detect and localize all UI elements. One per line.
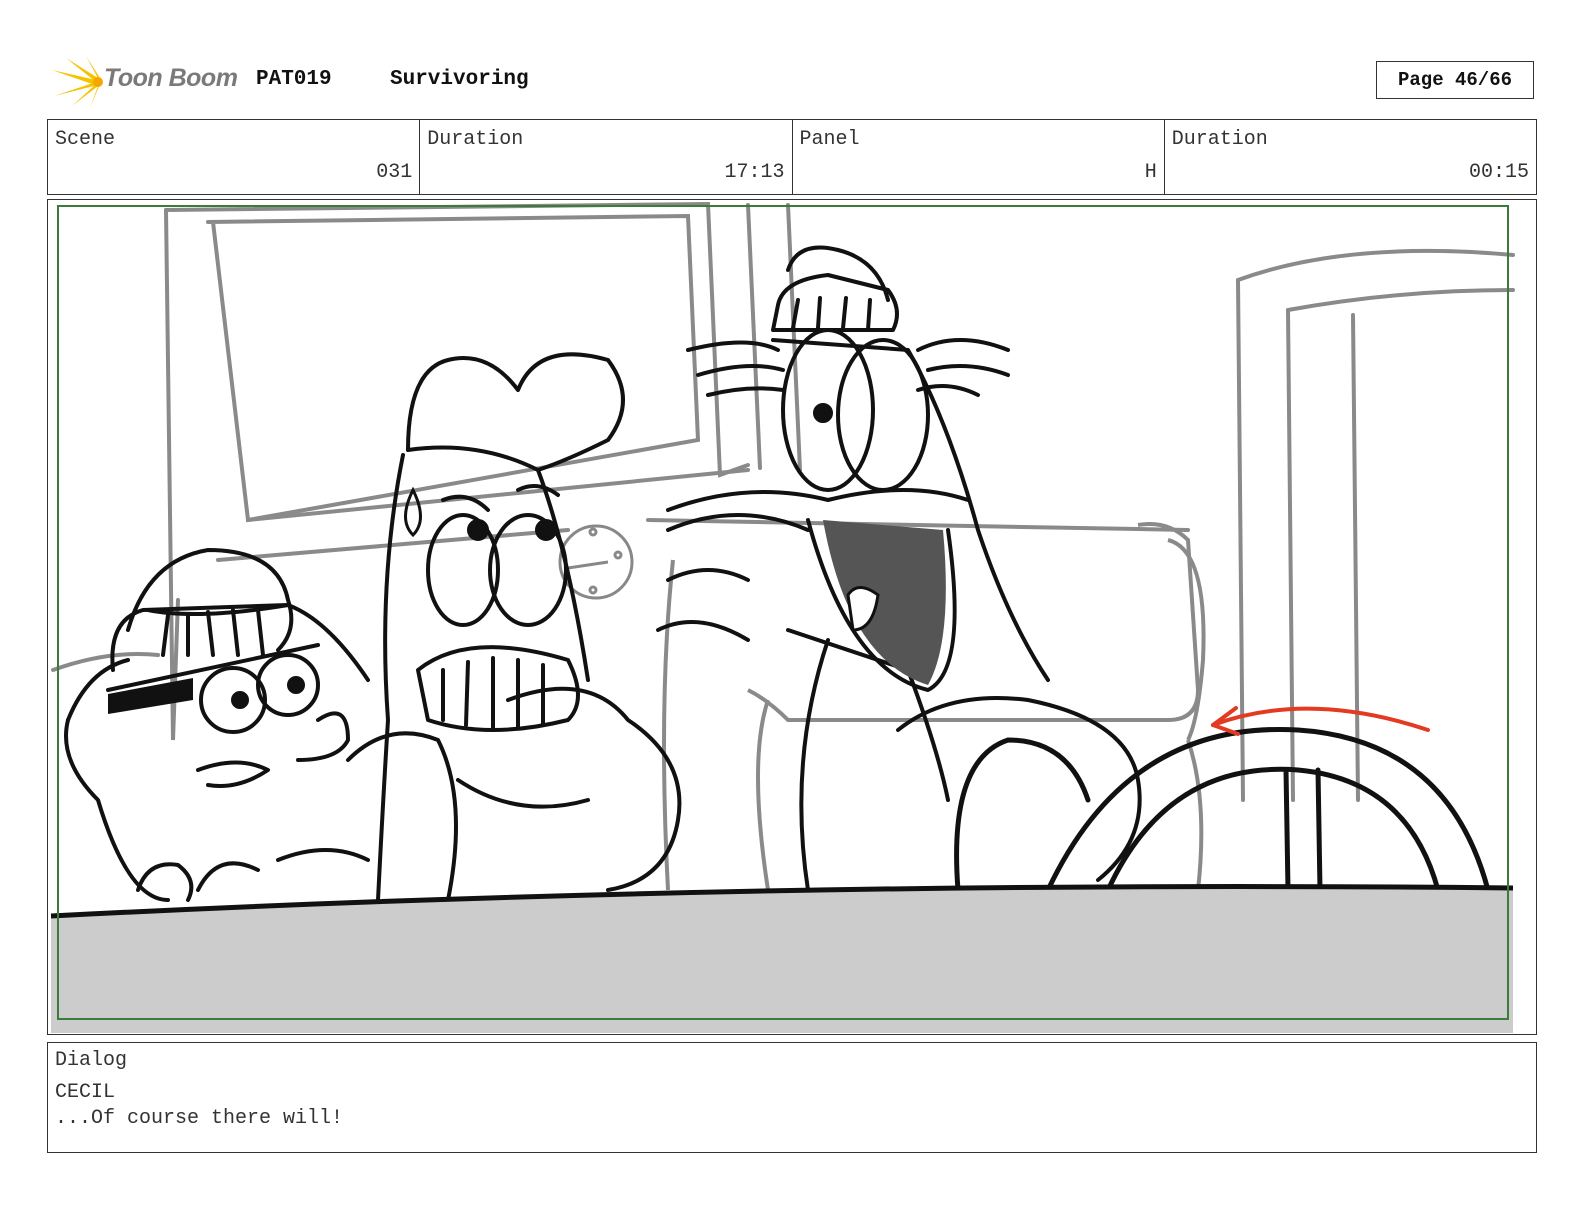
girl-glasses-band xyxy=(108,678,193,714)
dashboard-fill xyxy=(51,886,1513,1033)
character-patrick-sketch xyxy=(346,352,682,902)
project-title: Survivoring xyxy=(390,68,529,91)
panel-info-row: Scene 031 Duration 17:13 Panel H Duratio… xyxy=(47,119,1537,195)
dialog-label: Dialog xyxy=(55,1049,128,1072)
project-code: PAT019 xyxy=(256,68,332,91)
scene-label: Scene xyxy=(55,128,116,151)
panel-value: H xyxy=(1144,161,1157,184)
page-indicator: Page 46/66 xyxy=(1376,61,1534,99)
scene-duration-value: 17:13 xyxy=(724,161,785,184)
panel-cell: Panel H xyxy=(793,120,1165,194)
dialog-speaker: CECIL xyxy=(55,1081,116,1104)
scene-duration-cell: Duration 17:13 xyxy=(420,120,793,194)
panel-duration-value: 00:15 xyxy=(1468,161,1529,184)
character-girl-sketch xyxy=(64,548,370,902)
panel-duration-cell: Duration 00:15 xyxy=(1165,120,1536,194)
steering-wheel-sketch xyxy=(954,726,1491,893)
scene-value: 031 xyxy=(376,161,413,184)
dialog-box: Dialog CECIL ...Of course there will! xyxy=(47,1042,1537,1153)
storyboard-sketch xyxy=(50,201,1515,1033)
storyboard-panel-frame xyxy=(47,199,1537,1035)
scene-duration-label: Duration xyxy=(427,128,524,151)
dialog-line: ...Of course there will! xyxy=(55,1107,344,1130)
scene-cell: Scene 031 xyxy=(48,120,421,194)
panel-label: Panel xyxy=(799,128,860,151)
logo-text: Toon Boom xyxy=(104,64,238,92)
panel-duration-label: Duration xyxy=(1171,128,1268,151)
sweat-drop-sketch xyxy=(404,486,422,538)
